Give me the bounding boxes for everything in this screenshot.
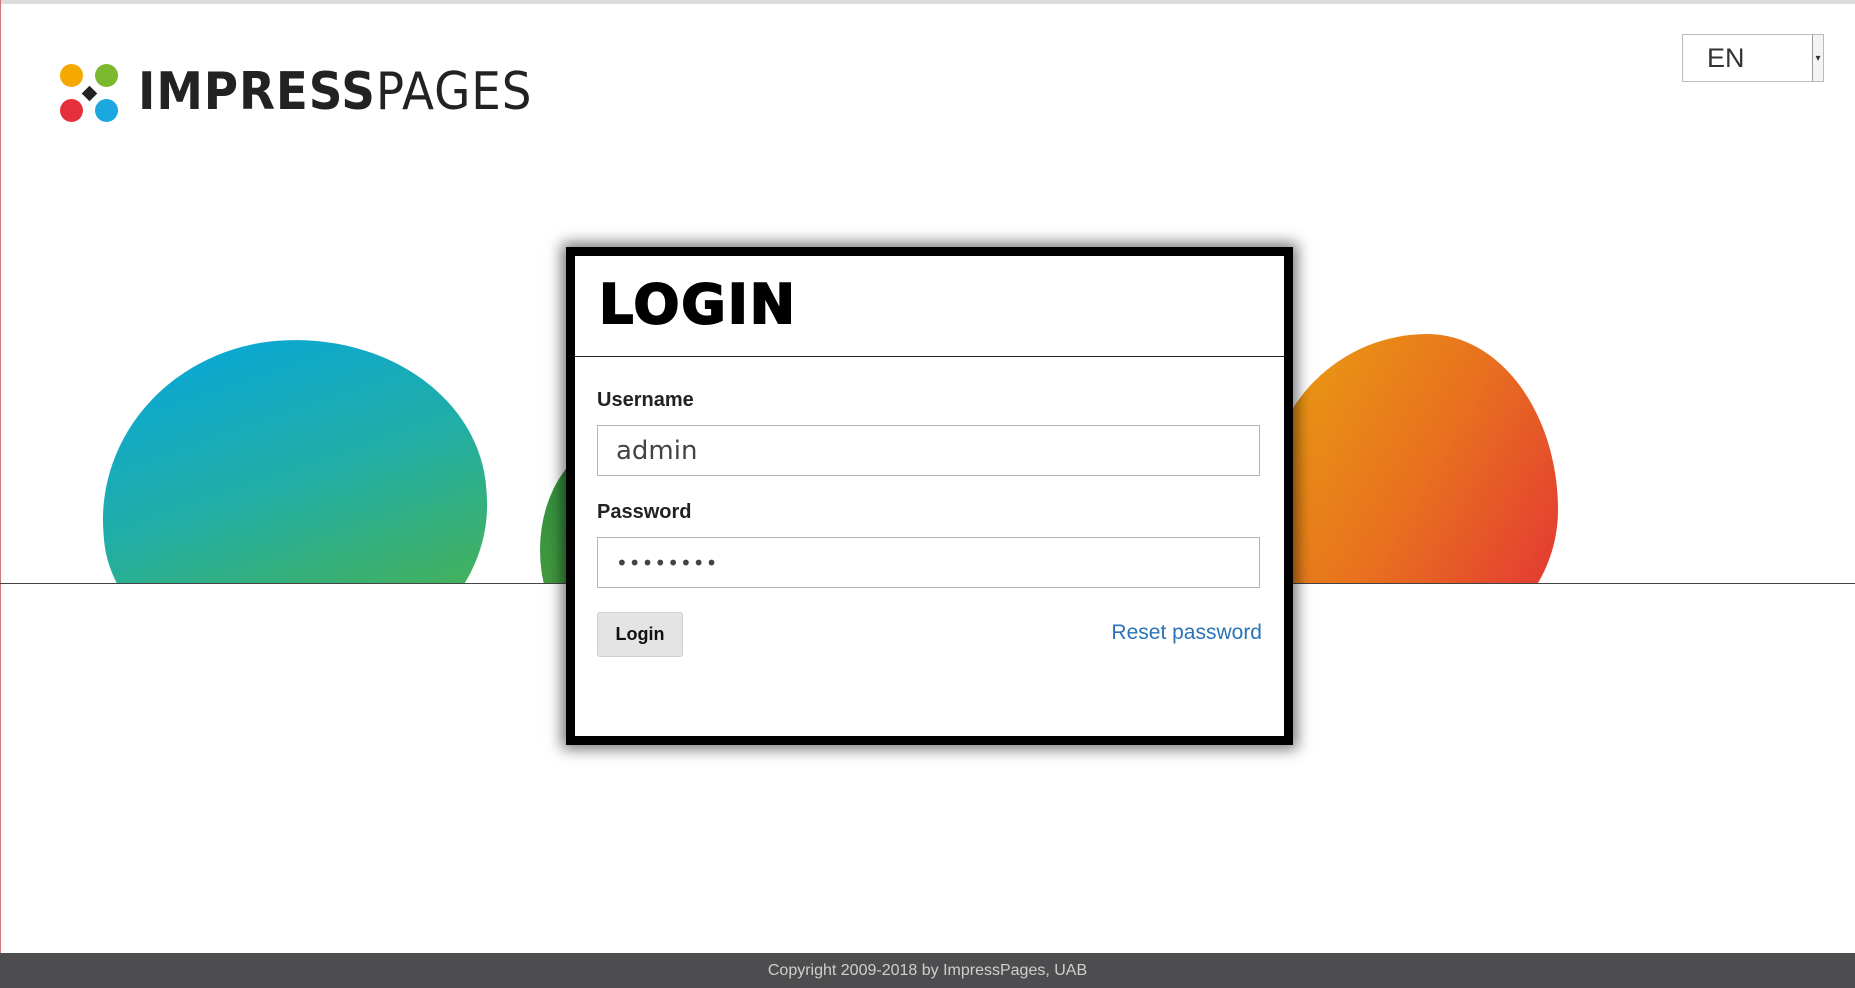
impresspages-logo: IMPRESSPAGES <box>60 62 576 122</box>
login-button[interactable]: Login <box>597 612 683 657</box>
login-title: LOGIN <box>598 273 797 336</box>
password-label: Password <box>597 501 692 523</box>
password-input[interactable]: •••••••• <box>597 537 1260 588</box>
logo-text: IMPRESSPAGES <box>138 62 533 122</box>
reset-password-link[interactable]: Reset password <box>1111 621 1262 645</box>
orange-blob <box>1268 334 1558 583</box>
copyright-text: Copyright 2009-2018 by ImpressPages, UAB <box>767 961 1088 979</box>
blue-blob <box>90 326 499 583</box>
username-input[interactable]: admin <box>597 425 1260 476</box>
dropdown-arrow-icon: ▾ <box>1812 35 1823 81</box>
login-dialog: LOGIN Username admin Password •••••••• L… <box>566 247 1293 745</box>
language-select[interactable]: EN ▾ <box>1682 34 1824 82</box>
footer: Copyright 2009-2018 by ImpressPages, UAB <box>0 953 1855 988</box>
username-label: Username <box>597 389 694 411</box>
login-page: IMPRESSPAGES EN ▾ LOGIN Username admin P… <box>0 0 1855 988</box>
logo-icon <box>60 62 120 122</box>
language-selected-value: EN <box>1707 42 1745 73</box>
login-header: LOGIN <box>575 256 1284 357</box>
